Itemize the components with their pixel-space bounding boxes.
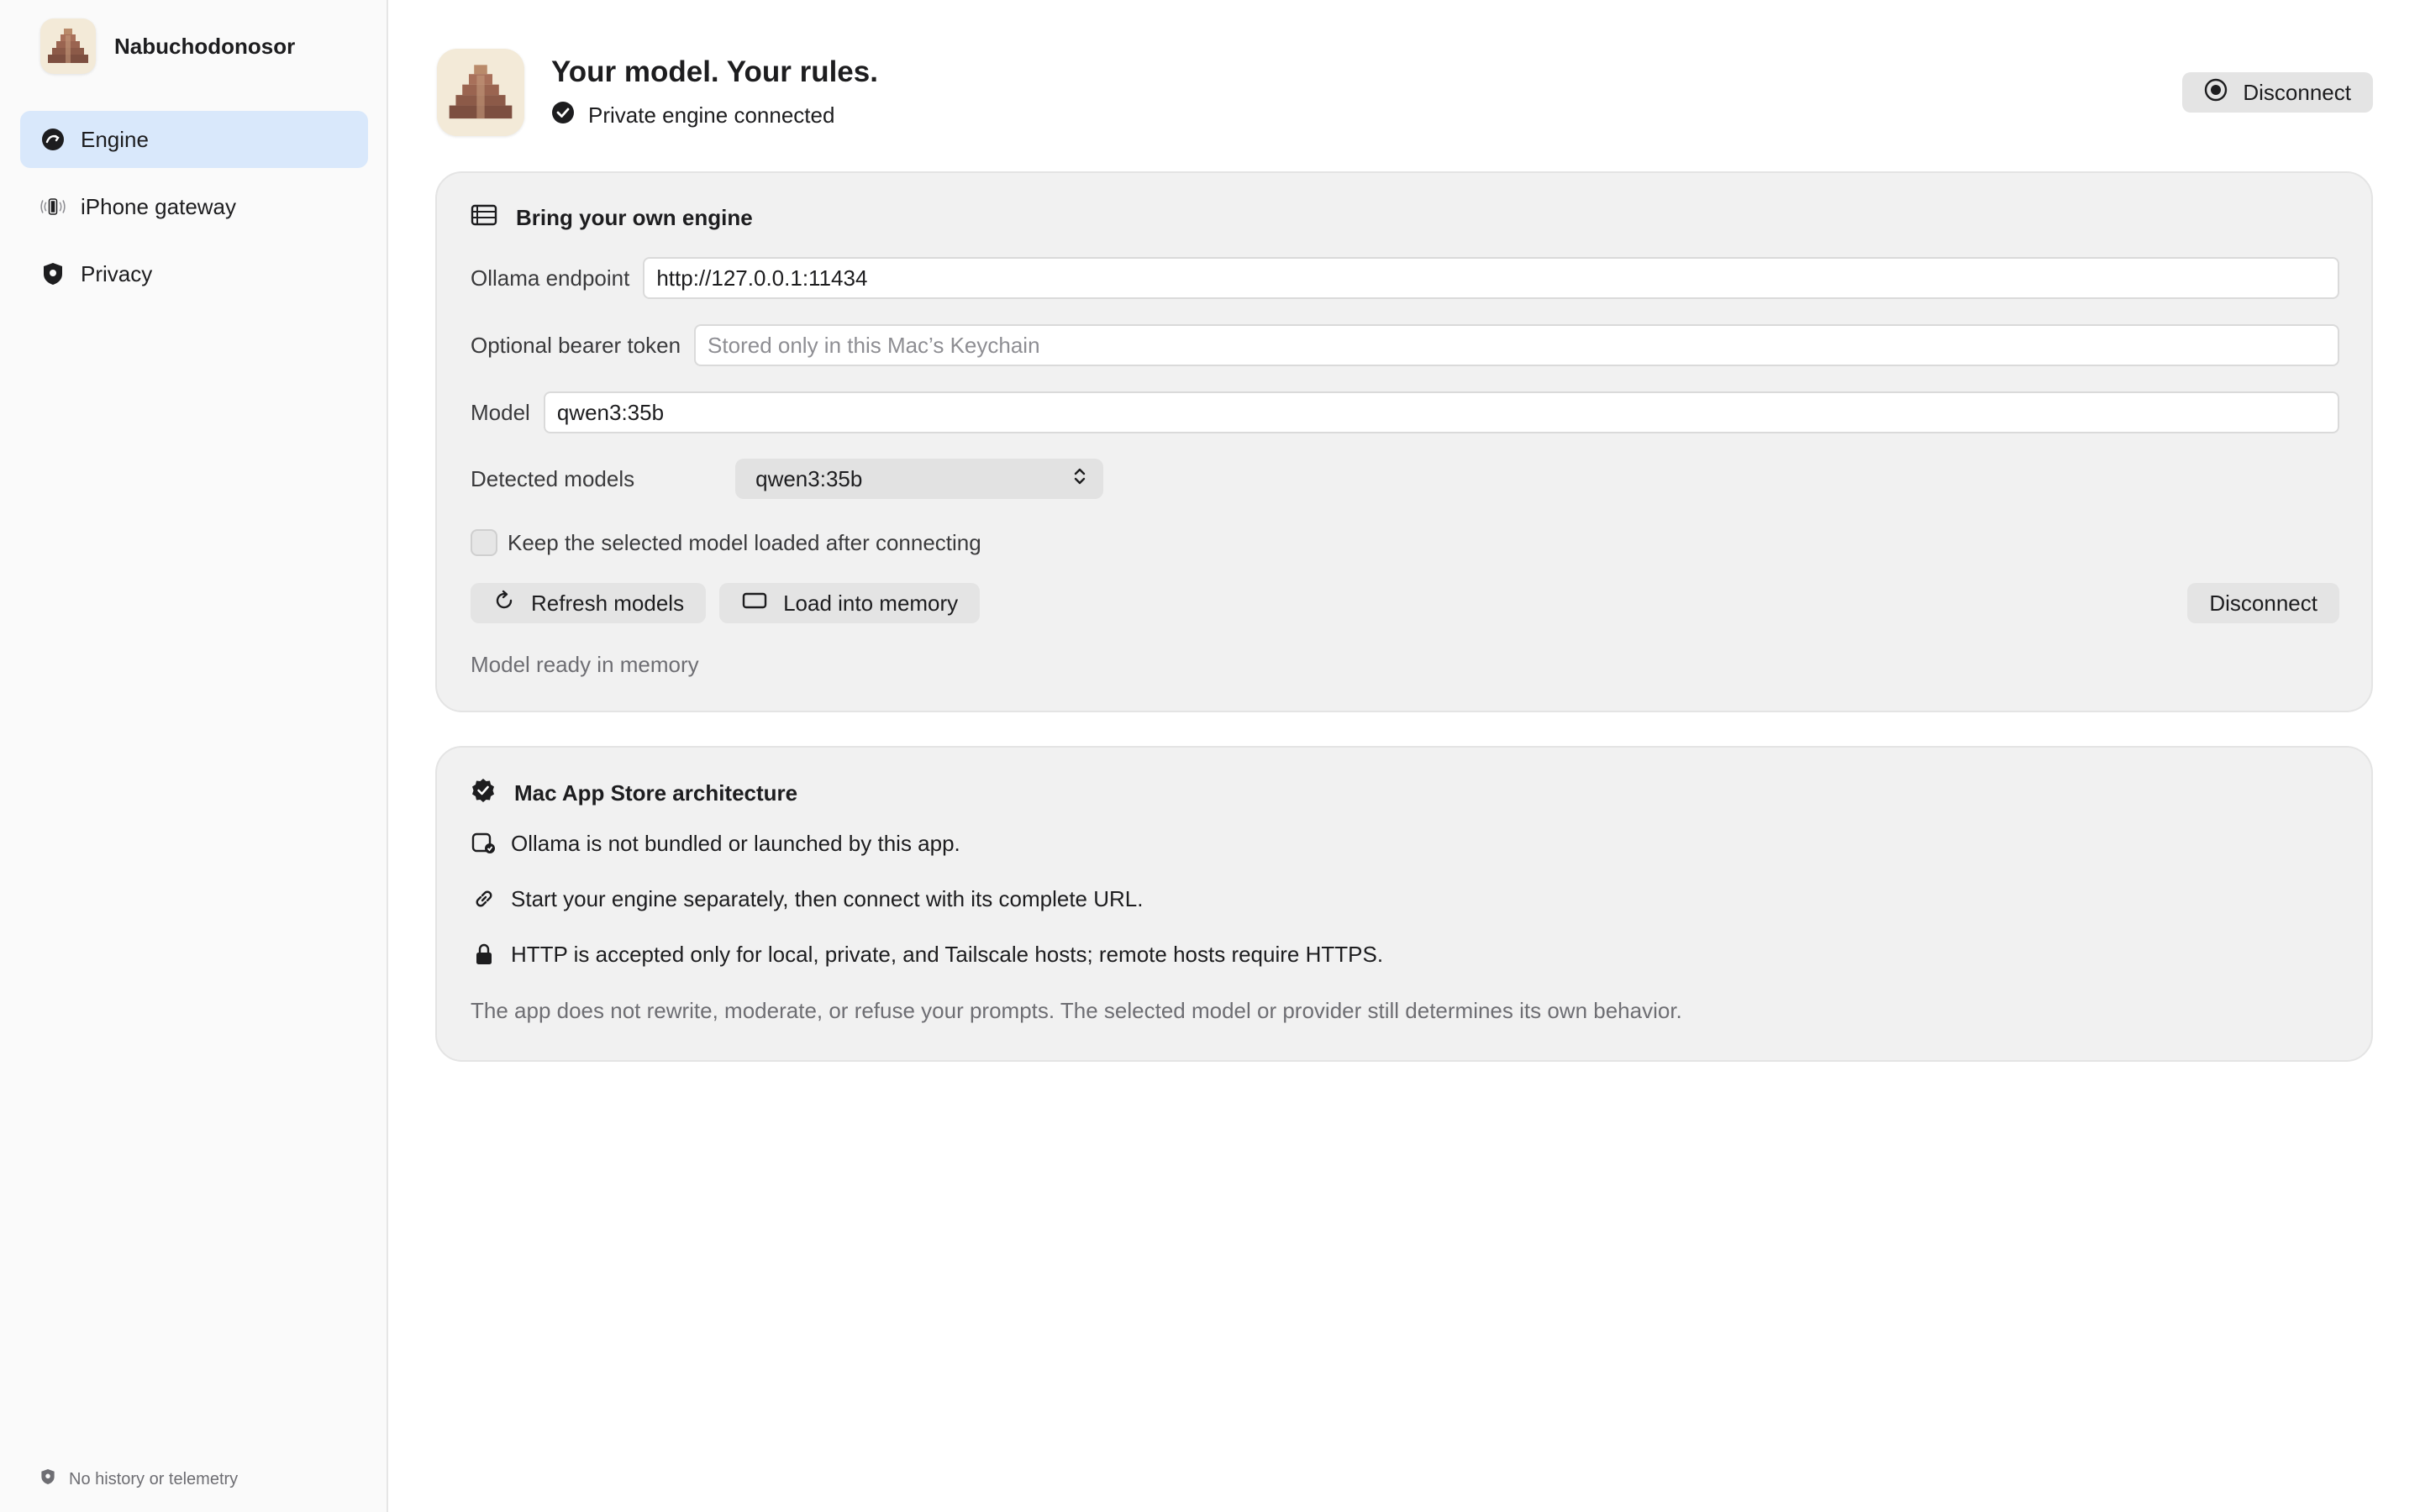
header-disconnect-button[interactable]: Disconnect — [2182, 72, 2373, 113]
verified-badge-icon — [471, 778, 496, 809]
architecture-item: Start your engine separately, then conne… — [471, 885, 1143, 912]
model-label: Model — [471, 399, 530, 425]
app-logo-icon — [40, 18, 96, 74]
architecture-card-title: Mac App Store architecture — [514, 780, 798, 806]
keep-loaded-label: Keep the selected model loaded after con… — [508, 529, 981, 555]
architecture-item: HTTP is accepted only for local, private… — [471, 941, 1383, 968]
keep-loaded-checkbox[interactable] — [471, 529, 497, 556]
engine-card-title: Bring your own engine — [516, 205, 753, 230]
sidebar-item-label: iPhone gateway — [81, 193, 237, 219]
lock-icon — [471, 941, 497, 968]
load-into-memory-label: Load into memory — [783, 590, 959, 616]
connection-status-text: Private engine connected — [588, 102, 835, 128]
architecture-item: Ollama is not bundled or launched by thi… — [471, 830, 960, 857]
shield-icon — [40, 1468, 55, 1490]
header-disconnect-label: Disconnect — [2243, 79, 2351, 105]
engine-card: Bring your own engine Ollama endpoint Op… — [435, 171, 2373, 712]
link-icon — [471, 885, 497, 912]
detected-models-row: Detected models qwen3:35b — [471, 459, 2339, 499]
model-row: Model — [471, 391, 2339, 433]
architecture-card-header: Mac App Store architecture — [471, 778, 797, 809]
app-not-bundled-icon — [471, 830, 497, 857]
architecture-note-row: The app does not rewrite, moderate, or r… — [471, 998, 1682, 1024]
sidebar-item-label: Engine — [81, 126, 149, 152]
model-status-text: Model ready in memory — [471, 652, 699, 677]
engine-actions: Refresh models Load into memory Disconne… — [471, 583, 2339, 623]
detected-models-label: Detected models — [471, 465, 635, 491]
sidebar-item-privacy[interactable]: Privacy — [20, 245, 368, 302]
architecture-item-text: HTTP is accepted only for local, private… — [511, 941, 1384, 967]
page-header: Your model. Your rules. Private engine c… — [437, 49, 878, 136]
engine-disconnect-label: Disconnect — [2209, 590, 2317, 616]
connection-status: Private engine connected — [551, 101, 878, 130]
architecture-card: Mac App Store architecture Ollama is not… — [435, 746, 2373, 1062]
refresh-icon — [492, 589, 516, 618]
footer-note: No history or telemetry — [69, 1469, 239, 1488]
chevron-up-down-icon — [1073, 465, 1086, 493]
checkmark-circle-icon — [551, 101, 575, 130]
architecture-item-text: Ollama is not bundled or launched by thi… — [511, 830, 960, 856]
architecture-item-text: Start your engine separately, then conne… — [511, 885, 1144, 911]
app-name: Nabuchodonosor — [114, 33, 296, 59]
keep-loaded-row: Keep the selected model loaded after con… — [471, 529, 2339, 556]
token-row: Optional bearer token — [471, 324, 2339, 366]
endpoint-row: Ollama endpoint — [471, 257, 2339, 299]
endpoint-label: Ollama endpoint — [471, 265, 630, 291]
refresh-models-button[interactable]: Refresh models — [471, 583, 707, 623]
page-title: Your model. Your rules. — [551, 55, 878, 88]
iphone-gateway-icon — [40, 194, 66, 219]
engine-card-header: Bring your own engine — [471, 203, 753, 233]
app-logo-icon — [437, 49, 524, 136]
brand: Nabuchodonosor — [40, 18, 295, 74]
detected-models-value: qwen3:35b — [755, 465, 863, 491]
token-label: Optional bearer token — [471, 332, 681, 358]
engine-status-row: Model ready in memory — [471, 652, 2339, 678]
privacy-shield-icon — [40, 261, 66, 286]
refresh-models-label: Refresh models — [531, 590, 685, 616]
sidebar-item-iphone-gateway[interactable]: iPhone gateway — [20, 178, 368, 235]
sidebar: Nabuchodonosor Engine iPhone gateway Pri… — [0, 0, 388, 1512]
sidebar-item-label: Privacy — [81, 260, 153, 286]
engine-icon — [40, 127, 66, 152]
engine-disconnect-button[interactable]: Disconnect — [2187, 583, 2339, 623]
model-input[interactable] — [543, 391, 2339, 433]
load-into-memory-button[interactable]: Load into memory — [719, 583, 981, 623]
sidebar-nav: Engine iPhone gateway Privacy — [20, 111, 368, 312]
architecture-note: The app does not rewrite, moderate, or r… — [471, 998, 1682, 1023]
server-rack-icon — [471, 203, 497, 233]
detected-models-select[interactable]: qwen3:35b — [735, 459, 1104, 499]
sidebar-footer: No history or telemetry — [40, 1468, 238, 1490]
sidebar-item-engine[interactable]: Engine — [20, 111, 368, 168]
stop-circle-icon — [2204, 78, 2228, 108]
endpoint-input[interactable] — [643, 257, 2339, 299]
memory-chip-icon — [741, 590, 768, 617]
bearer-token-input[interactable] — [694, 324, 2339, 366]
